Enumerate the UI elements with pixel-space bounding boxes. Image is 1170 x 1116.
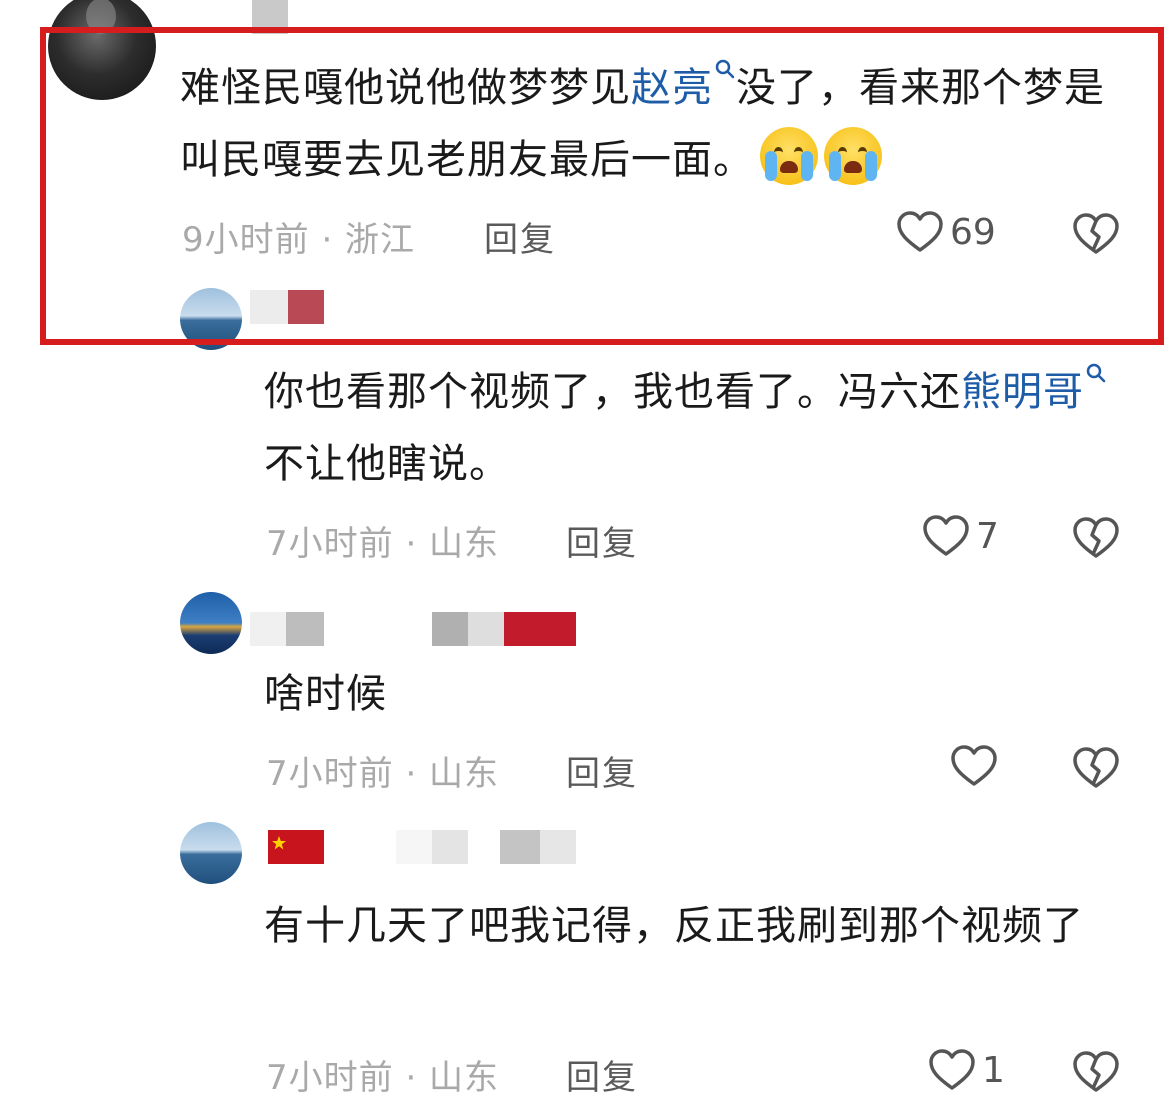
username-blur <box>432 830 468 864</box>
username-blur <box>540 830 576 864</box>
username-blur <box>286 612 324 646</box>
username-blur <box>432 612 468 646</box>
like-count: 7 <box>976 515 999 557</box>
search-mini-icon <box>1086 363 1106 383</box>
heart-outline-icon <box>951 745 997 786</box>
avatar[interactable] <box>180 822 242 884</box>
like-button[interactable] <box>950 744 1004 788</box>
highlight-box <box>40 27 1164 345</box>
avatar[interactable] <box>180 592 242 654</box>
dislike-button[interactable] <box>1072 516 1120 560</box>
comment-meta: 7小时前 · 山东 <box>266 754 500 794</box>
username-blur <box>396 830 432 864</box>
username-blur <box>500 830 540 864</box>
heart-outline-icon <box>929 1049 975 1090</box>
username-blur <box>504 612 576 646</box>
comment-meta: 7小时前 · 山东 <box>266 1058 500 1098</box>
comment-text: 有十几天了吧我记得，反正我刷到那个视频了 <box>264 903 1084 949</box>
keyword-link[interactable]: 熊明哥 <box>961 369 1084 415</box>
username-blur <box>250 612 286 646</box>
dislike-button[interactable] <box>1072 1050 1120 1094</box>
comment-text: 啥时候 <box>264 671 387 717</box>
like-button[interactable]: 1 <box>928 1048 1005 1092</box>
username-blur <box>468 612 504 646</box>
reply-button[interactable]: 回复 <box>566 746 638 795</box>
comment-text: 你也看那个视频了，我也看了。冯六还熊明哥不让他瞎说。 <box>264 356 1124 500</box>
dislike-button[interactable] <box>1072 746 1120 790</box>
heart-outline-icon <box>923 515 969 556</box>
broken-heart-icon <box>1073 1051 1119 1092</box>
comment-meta: 7小时前 · 山东 <box>266 524 500 564</box>
reply-button[interactable]: 回复 <box>566 516 638 565</box>
broken-heart-icon <box>1073 517 1119 558</box>
broken-heart-icon <box>1073 747 1119 788</box>
star-flag-icon <box>272 836 286 850</box>
like-count: 1 <box>982 1049 1005 1091</box>
like-button[interactable]: 7 <box>922 514 999 558</box>
reply-button[interactable]: 回复 <box>566 1050 638 1099</box>
